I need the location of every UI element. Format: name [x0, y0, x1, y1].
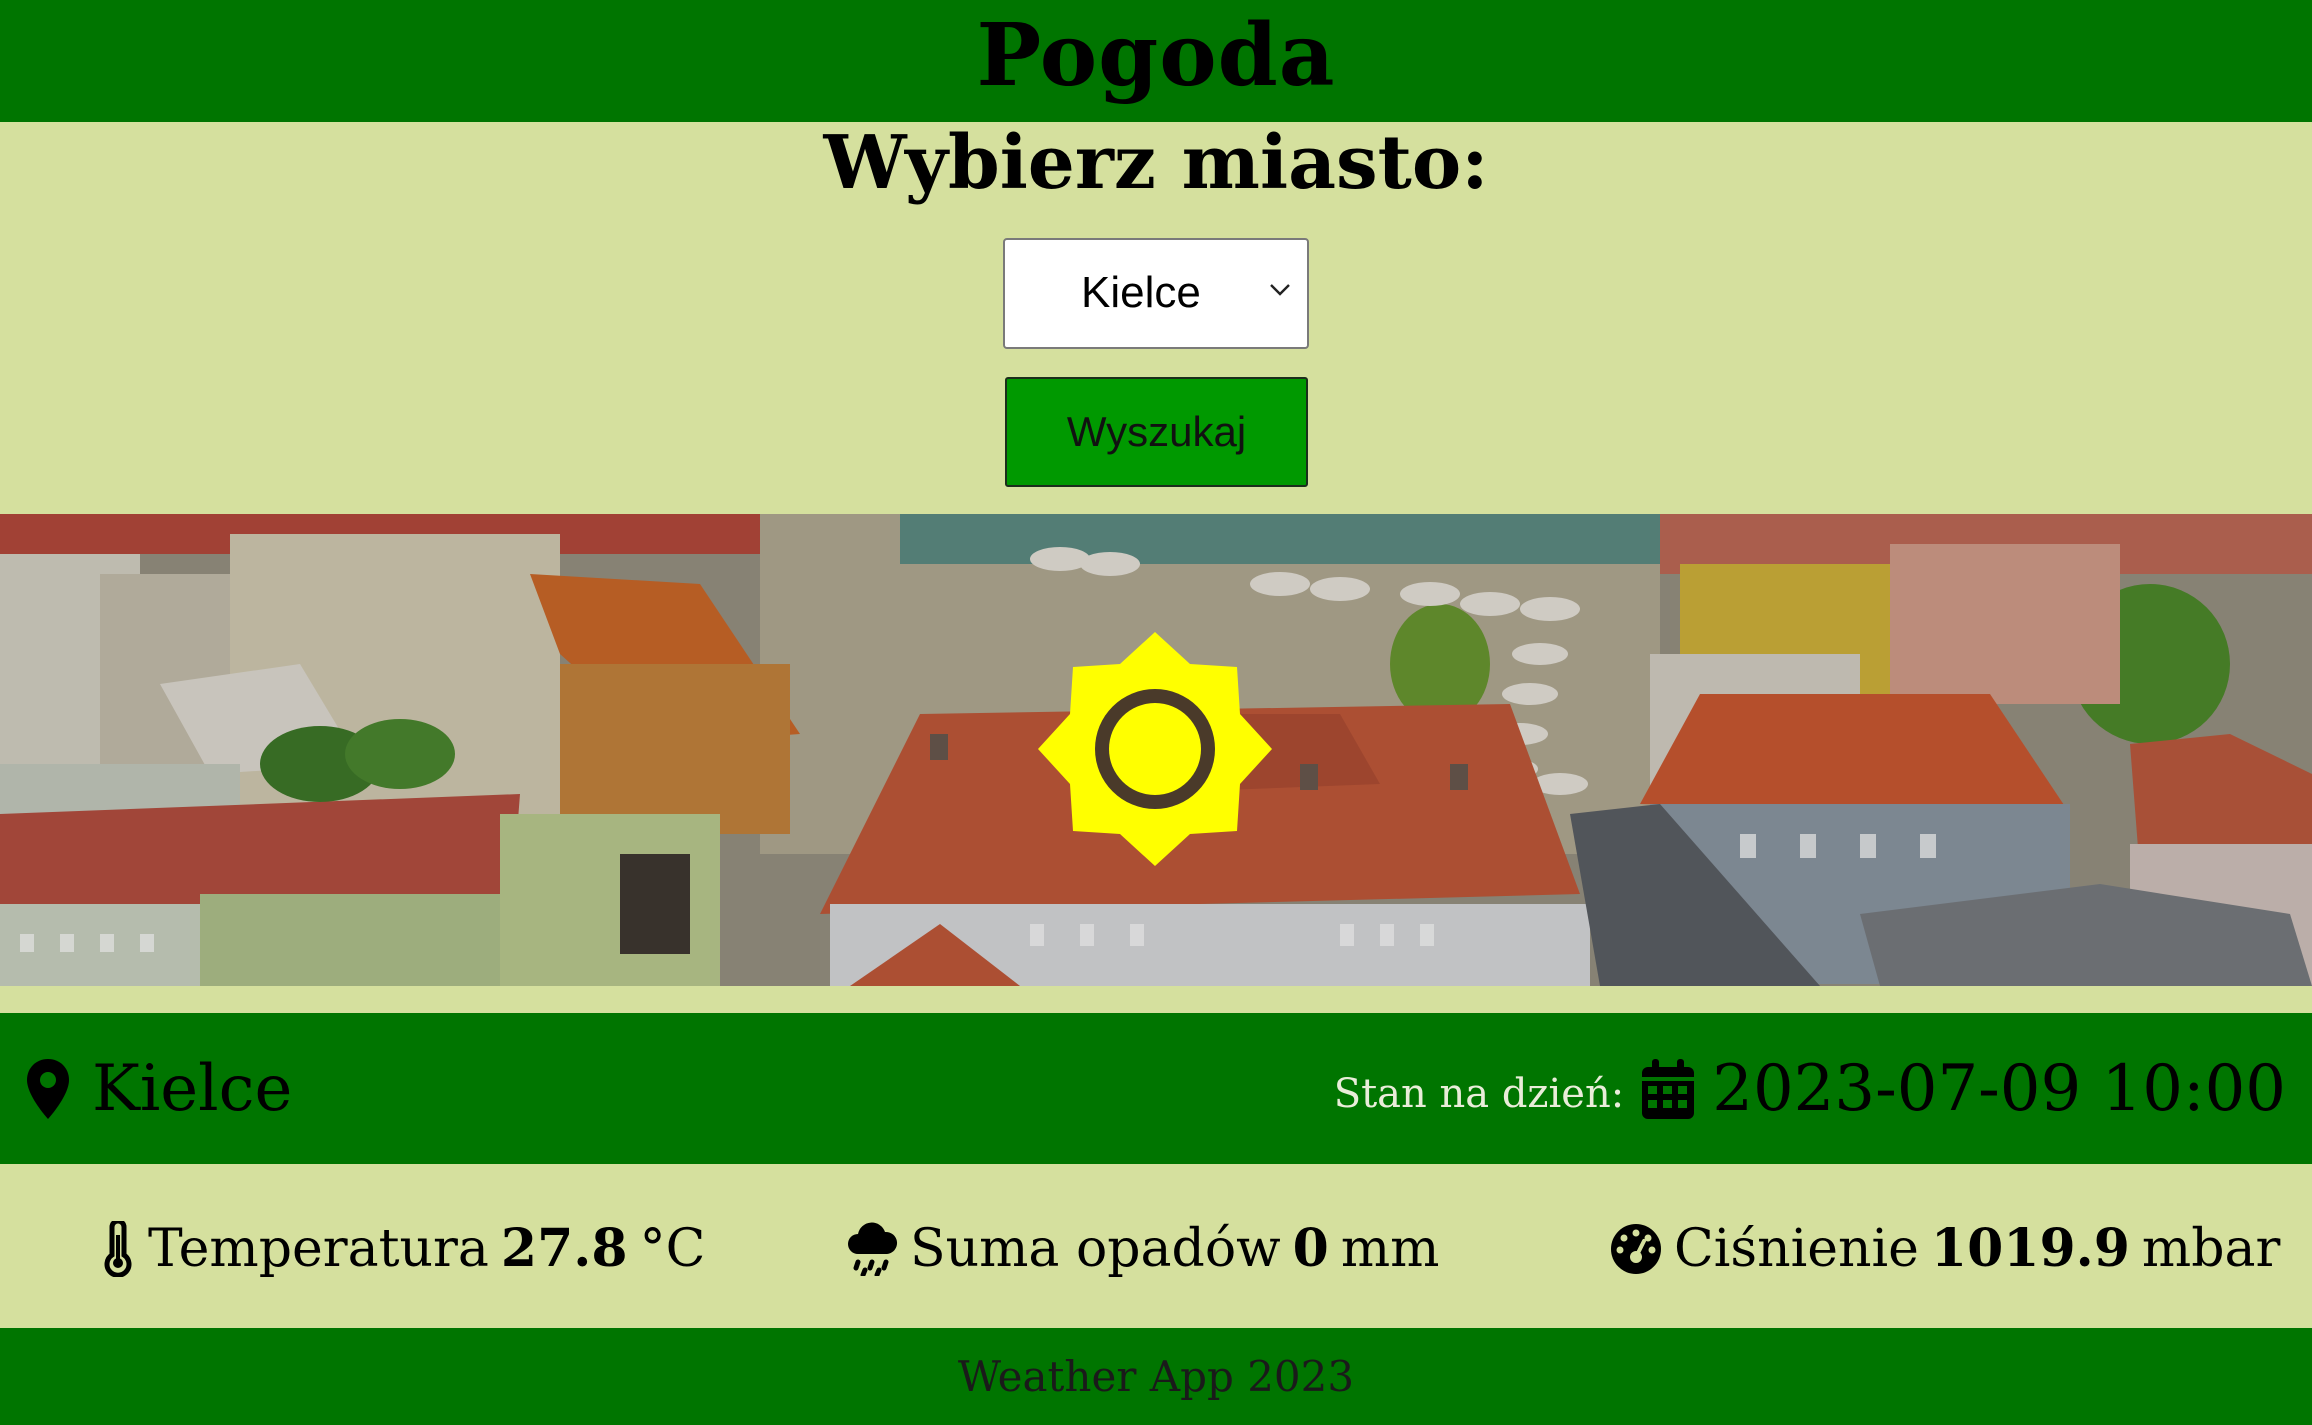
date-info: Stan na dzień: 2023-07-09 10:00: [1334, 1051, 2286, 1127]
city-photo: [0, 514, 2312, 986]
city-select[interactable]: Kielce: [1003, 238, 1309, 349]
sun-icon: [1038, 632, 1272, 866]
city-select-value: Kielce: [1081, 268, 1201, 317]
precipitation-label: Suma opadów: [910, 1218, 1281, 1279]
search-button[interactable]: Wyszukaj: [1005, 377, 1308, 487]
date-value: 2023-07-09 10:00: [1712, 1052, 2286, 1126]
weather-stats: Temperatura 27.8 °C Suma opadów 0 mm Ciś…: [0, 1164, 2312, 1328]
location-city: Kielce: [24, 1051, 292, 1127]
date-label: Stan na dzień:: [1333, 1071, 1625, 1117]
city-banner-image: [0, 514, 2312, 986]
app-footer: Weather App 2023: [0, 1328, 2312, 1425]
chevron-down-icon: [1270, 284, 1290, 296]
app-title: Pogoda: [976, 4, 1336, 106]
pressure-stat: Ciśnienie 1019.9 mbar: [1610, 1218, 2280, 1279]
app-header: Pogoda: [0, 0, 2312, 122]
location-bar: Kielce Stan na dzień: 2023-07-09 10:00: [0, 1013, 2312, 1164]
choose-city-heading: Wybierz miasto:: [823, 120, 1489, 206]
calendar-icon: [1642, 1059, 1695, 1119]
footer-text: Weather App 2023: [957, 1352, 1355, 1401]
temperature-stat: Temperatura 27.8 °C: [100, 1218, 705, 1279]
pressure-value: 1019.9: [1930, 1218, 2130, 1279]
temperature-label: Temperatura: [148, 1218, 489, 1279]
thermometer-icon: [104, 1220, 132, 1277]
gauge-icon: [1611, 1223, 1661, 1274]
temperature-unit: °C: [639, 1218, 706, 1279]
pressure-label: Ciśnienie: [1674, 1218, 1919, 1279]
city-name: Kielce: [92, 1052, 293, 1126]
map-pin-icon: [27, 1059, 69, 1119]
pressure-unit: mbar: [2141, 1218, 2281, 1279]
precipitation-value: 0: [1292, 1218, 1329, 1279]
precipitation-unit: mm: [1340, 1218, 1440, 1279]
temperature-value: 27.8: [500, 1218, 628, 1279]
precipitation-stat: Suma opadów 0 mm: [846, 1218, 1439, 1279]
cloud-rain-icon: [848, 1222, 898, 1276]
